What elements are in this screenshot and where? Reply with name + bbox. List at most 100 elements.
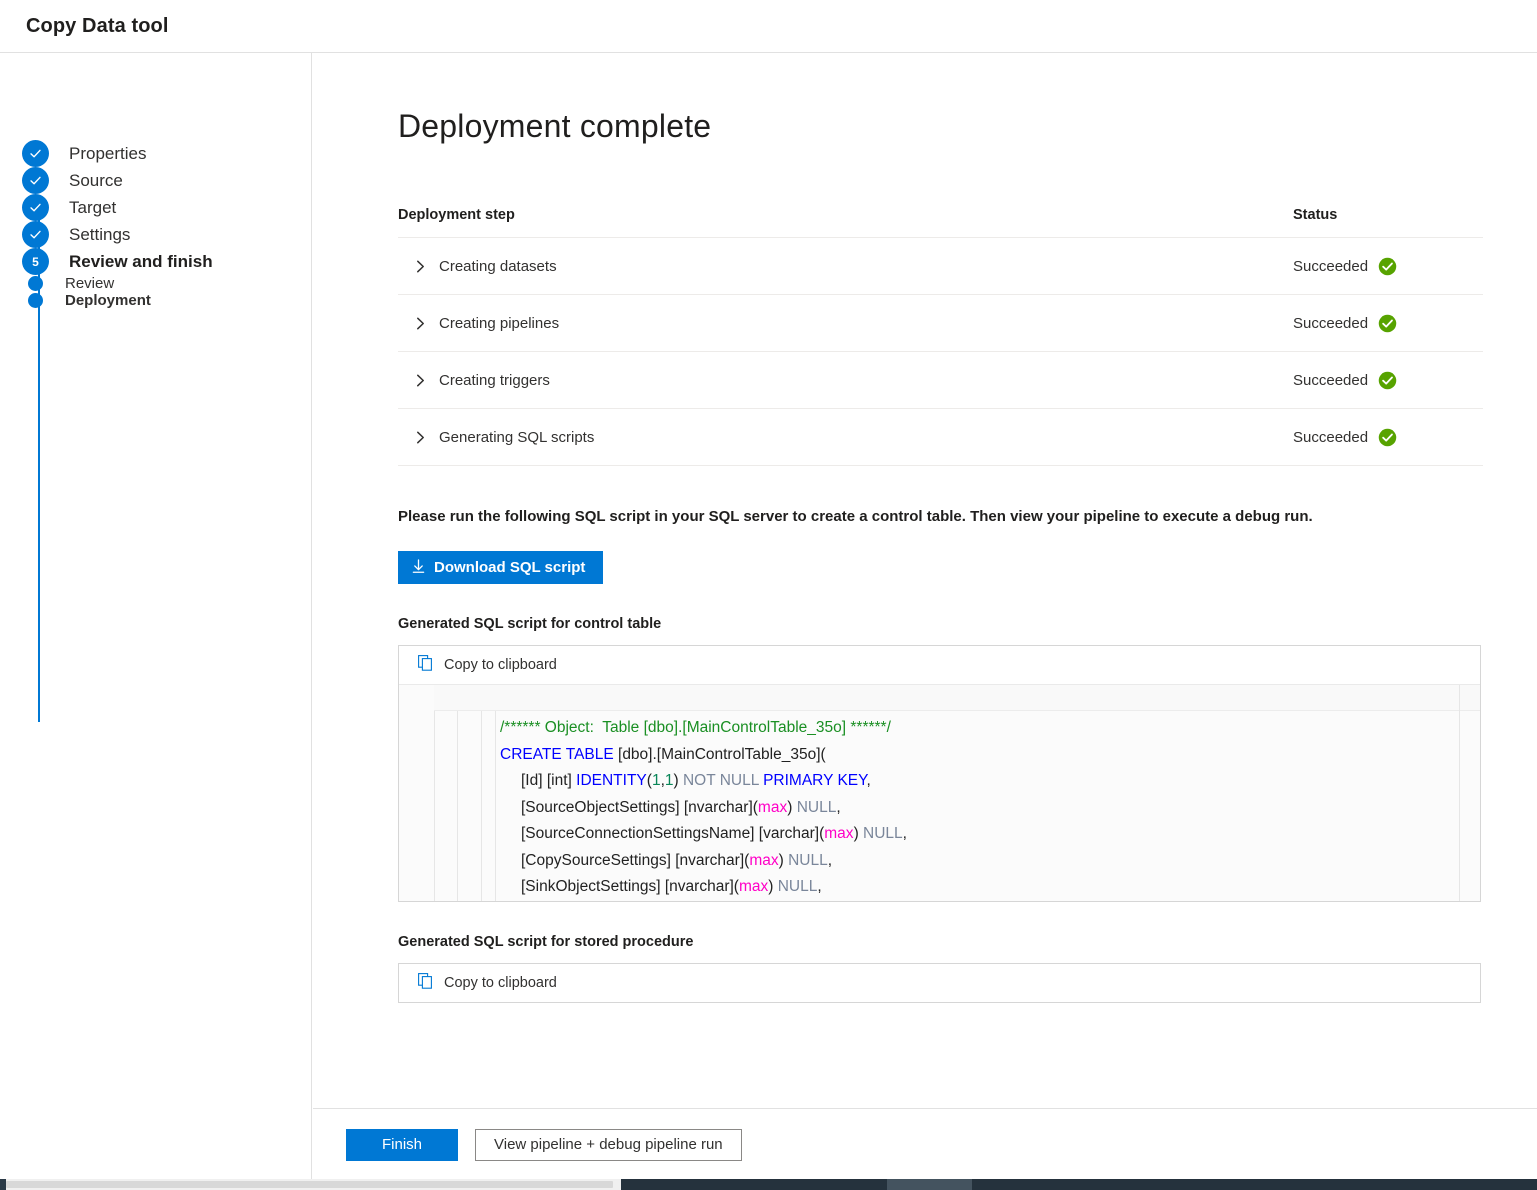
copy-to-clipboard-stored-procedure-button[interactable]: Copy to clipboard [399, 964, 1480, 1002]
sql-code-line: [SourceObjectSettings] [nvarchar](max) N… [500, 795, 1480, 822]
success-check-icon [1378, 371, 1397, 390]
control-table-section-label: Generated SQL script for control table [398, 616, 1483, 632]
copy-pages-icon [418, 973, 434, 994]
success-check-icon [1378, 314, 1397, 333]
table-header-row: Deployment step Status [398, 207, 1483, 237]
deployment-step-label: Creating triggers [439, 372, 550, 389]
table-row[interactable]: Creating triggers Succeeded [398, 351, 1483, 408]
main-content-inner: Deployment complete Deployment step Stat… [398, 53, 1483, 1003]
sidebar-item-label: Deployment [65, 292, 151, 309]
chevron-right-icon[interactable] [416, 260, 426, 273]
wizard-steps-list: Properties Source Target Settings [0, 140, 311, 309]
taskbar-segment [972, 1179, 1537, 1190]
editor-gutter-line [481, 711, 482, 901]
view-pipeline-debug-run-button[interactable]: View pipeline + debug pipeline run [475, 1129, 742, 1161]
sidebar-item-label: Settings [69, 225, 130, 245]
sidebar-item-label: Properties [69, 144, 146, 164]
check-icon [22, 194, 49, 221]
success-check-icon [1378, 257, 1397, 276]
window-title: Copy Data tool [26, 15, 169, 38]
control-table-code-panel: Copy to clipboard /****** Object: Table … [398, 645, 1481, 902]
bottom-os-strip [0, 1179, 1537, 1190]
status-text: Succeeded [1293, 315, 1368, 332]
sidebar-item-source[interactable]: Source [22, 167, 311, 194]
chevron-right-icon[interactable] [416, 374, 426, 387]
deployment-step-label: Generating SQL scripts [439, 429, 594, 446]
sql-code-line: /****** Object: Table [dbo].[MainControl… [500, 715, 1480, 742]
editor-top-strip [434, 685, 1480, 711]
dot-icon [28, 293, 43, 308]
main-content: Deployment complete Deployment step Stat… [312, 53, 1537, 1180]
sql-code-text: /****** Object: Table [dbo].[MainControl… [500, 715, 1480, 901]
sidebar-item-review[interactable]: Review [22, 275, 311, 292]
app-shell: Properties Source Target Settings [0, 53, 1537, 1180]
deployment-step-cell[interactable]: Generating SQL scripts [398, 429, 1293, 446]
sidebar-item-label: Source [69, 171, 123, 191]
copy-pages-icon [418, 655, 434, 676]
sidebar-item-label: Review [65, 275, 114, 292]
check-icon [22, 140, 49, 167]
download-sql-script-button[interactable]: Download SQL script [398, 551, 603, 584]
sql-code-line: [CopySourceSettings] [nvarchar](max) NUL… [500, 848, 1480, 875]
taskbar-segment-active [887, 1179, 972, 1190]
sidebar-item-deployment[interactable]: Deployment [22, 292, 311, 309]
deployment-step-cell[interactable]: Creating pipelines [398, 315, 1293, 332]
step-number-badge: 5 [22, 248, 49, 275]
download-arrow-icon [412, 559, 425, 577]
copy-to-clipboard-label: Copy to clipboard [444, 657, 557, 673]
sidebar-item-settings[interactable]: Settings [22, 221, 311, 248]
taskbar-segment [621, 1179, 887, 1190]
deployment-status-cell: Succeeded [1293, 371, 1483, 390]
editor-gutter-line [495, 711, 496, 901]
sidebar-item-label: Target [69, 198, 116, 218]
table-row[interactable]: Generating SQL scripts Succeeded [398, 408, 1483, 466]
deployment-status-cell: Succeeded [1293, 257, 1483, 276]
finish-button[interactable]: Finish [346, 1129, 458, 1161]
scrollbar-corner [0, 1179, 6, 1190]
sql-code-line: [SourceConnectionSettingsName] [varchar]… [500, 821, 1480, 848]
sidebar-item-target[interactable]: Target [22, 194, 311, 221]
deployment-step-cell[interactable]: Creating datasets [398, 258, 1293, 275]
sql-code-line: [SinkObjectSettings] [nvarchar](max) NUL… [500, 874, 1480, 901]
chevron-right-icon[interactable] [416, 431, 426, 444]
column-header-step: Deployment step [398, 207, 1293, 223]
sql-code-line: [Id] [int] IDENTITY(1,1) NOT NULL PRIMAR… [500, 768, 1480, 795]
instruction-text: Please run the following SQL script in y… [398, 508, 1483, 525]
sidebar-item-review-and-finish[interactable]: 5 Review and finish [22, 248, 311, 275]
status-text: Succeeded [1293, 258, 1368, 275]
table-row[interactable]: Creating pipelines Succeeded [398, 294, 1483, 351]
download-button-label: Download SQL script [434, 560, 585, 575]
sidebar-item-properties[interactable]: Properties [22, 140, 311, 167]
sql-code-editor[interactable]: /****** Object: Table [dbo].[MainControl… [399, 684, 1480, 901]
chevron-right-icon[interactable] [416, 317, 426, 330]
sql-code-line: [SinkConnectionSettingsName] [varchar](m… [500, 901, 1480, 902]
deployment-status-cell: Succeeded [1293, 314, 1483, 333]
wizard-footer: Finish View pipeline + debug pipeline ru… [313, 1108, 1537, 1180]
table-row[interactable]: Creating datasets Succeeded [398, 237, 1483, 294]
editor-gutter-line [457, 711, 458, 901]
deployment-step-label: Creating datasets [439, 258, 557, 275]
deployment-status-cell: Succeeded [1293, 428, 1483, 447]
success-check-icon [1378, 428, 1397, 447]
deployment-steps-table: Deployment step Status Creating datasets… [398, 207, 1483, 466]
check-icon [22, 167, 49, 194]
horizontal-scrollbar-thumb[interactable] [6, 1181, 613, 1188]
editor-gutter-line [434, 711, 435, 901]
sql-code-line: CREATE TABLE [dbo].[MainControlTable_35o… [500, 742, 1480, 769]
status-text: Succeeded [1293, 372, 1368, 389]
column-header-status: Status [1293, 207, 1483, 223]
copy-to-clipboard-label: Copy to clipboard [444, 975, 557, 991]
wizard-rail: Properties Source Target Settings [0, 53, 312, 1180]
horizontal-scrollbar[interactable] [0, 1179, 621, 1190]
copy-to-clipboard-control-table-button[interactable]: Copy to clipboard [399, 646, 1480, 684]
check-icon [22, 221, 49, 248]
dot-icon [28, 276, 43, 291]
stored-procedure-code-panel: Copy to clipboard [398, 963, 1481, 1003]
page-title: Deployment complete [398, 53, 1483, 145]
deployment-step-cell[interactable]: Creating triggers [398, 372, 1293, 389]
sidebar-item-label: Review and finish [69, 252, 213, 272]
status-text: Succeeded [1293, 429, 1368, 446]
window-titlebar: Copy Data tool [0, 0, 1537, 53]
stored-procedure-section-label: Generated SQL script for stored procedur… [398, 934, 1483, 950]
deployment-step-label: Creating pipelines [439, 315, 559, 332]
